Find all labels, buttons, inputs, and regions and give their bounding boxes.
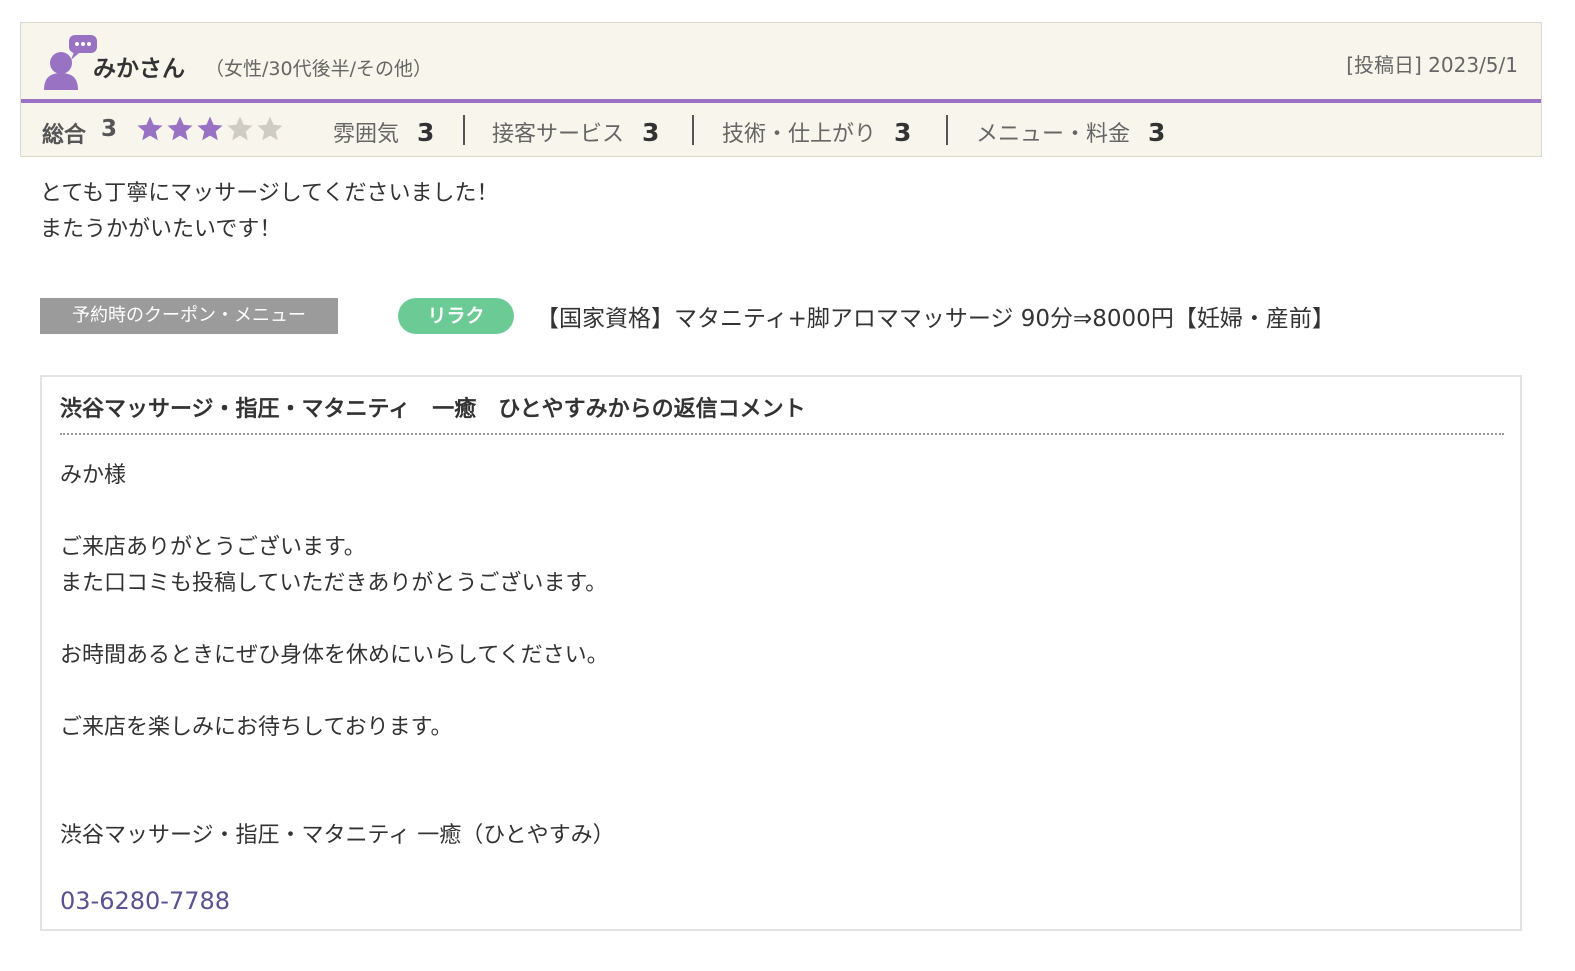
star-empty-icon: [227, 116, 253, 141]
rating-technique-score: 3: [894, 118, 912, 147]
rating-atmosphere: 雰囲気 3: [333, 116, 434, 148]
rating-separator: [946, 115, 948, 145]
post-date: [投稿日] 2023/5/1: [1346, 53, 1518, 77]
reply-greeting: みか様: [60, 463, 127, 488]
overall-score: 3: [101, 116, 118, 142]
rating-row: 総合 3 雰囲気 3 接客サービス 3 技術・仕上がり 3 メニュー・料金 3: [21, 103, 1541, 158]
coupon-menu-text: 【国家資格】マタニティ+脚アロママッサージ 90分⇒8000円【妊婦・産前】: [536, 306, 1335, 332]
category-badge-relax: リラク: [398, 298, 514, 334]
review-comment-line: とても丁寧にマッサージしてくださいました！: [40, 181, 499, 206]
rating-atmosphere-label: 雰囲気: [333, 122, 400, 147]
review-header: みかさん （女性/30代後半/その他） [投稿日] 2023/5/1: [21, 23, 1541, 100]
review-comment: とても丁寧にマッサージしてくださいました！ またうかがいたいです！: [40, 176, 498, 248]
rating-technique: 技術・仕上がり 3: [722, 116, 911, 148]
star-filled-icon: [197, 116, 223, 141]
rating-service-label: 接客サービス: [492, 122, 625, 147]
rating-price-score: 3: [1148, 118, 1166, 147]
star-rating: [135, 114, 285, 144]
reply-line: お時間あるときにぜひ身体を休めにいらしてください。: [60, 643, 609, 668]
rating-service: 接客サービス 3: [492, 116, 659, 148]
reviewer-attributes: （女性/30代後半/その他）: [205, 58, 432, 80]
reviewer-name: みかさん: [93, 56, 185, 82]
rating-price: メニュー・料金 3: [976, 116, 1165, 148]
reply-phone-link[interactable]: 03-6280-7788: [60, 887, 230, 915]
star-filled-icon: [137, 116, 163, 141]
reply-line: ご来店ありがとうございます。: [60, 535, 366, 560]
star-empty-icon: [257, 116, 283, 141]
reply-divider: [60, 433, 1504, 435]
reply-line: ご来店を楽しみにお待ちしております。: [60, 715, 453, 740]
user-avatar-icon: [44, 35, 97, 90]
reply-signature: 渋谷マッサージ・指圧・マタニティ 一癒（ひとやすみ）: [60, 823, 615, 848]
rating-separator: [463, 115, 465, 145]
review-card: みかさん （女性/30代後半/その他） [投稿日] 2023/5/1 総合 3 …: [20, 22, 1542, 157]
rating-separator: [692, 115, 694, 145]
rating-service-score: 3: [642, 118, 660, 147]
rating-technique-label: 技術・仕上がり: [722, 122, 877, 147]
reply-title: 渋谷マッサージ・指圧・マタニティ 一癒 ひとやすみからの返信コメント: [60, 397, 806, 422]
review-comment-line: またうかがいたいです！: [40, 217, 282, 242]
rating-atmosphere-score: 3: [417, 118, 435, 147]
coupon-menu-tag: 予約時のクーポン・メニュー: [40, 298, 338, 334]
salon-reply-box: 渋谷マッサージ・指圧・マタニティ 一癒 ひとやすみからの返信コメント みか様 ご…: [40, 375, 1522, 931]
overall-label: 総合: [42, 123, 87, 148]
reply-line: また口コミも投稿していただきありがとうございます。: [60, 571, 608, 596]
star-filled-icon: [167, 116, 193, 141]
rating-price-label: メニュー・料金: [976, 122, 1131, 147]
